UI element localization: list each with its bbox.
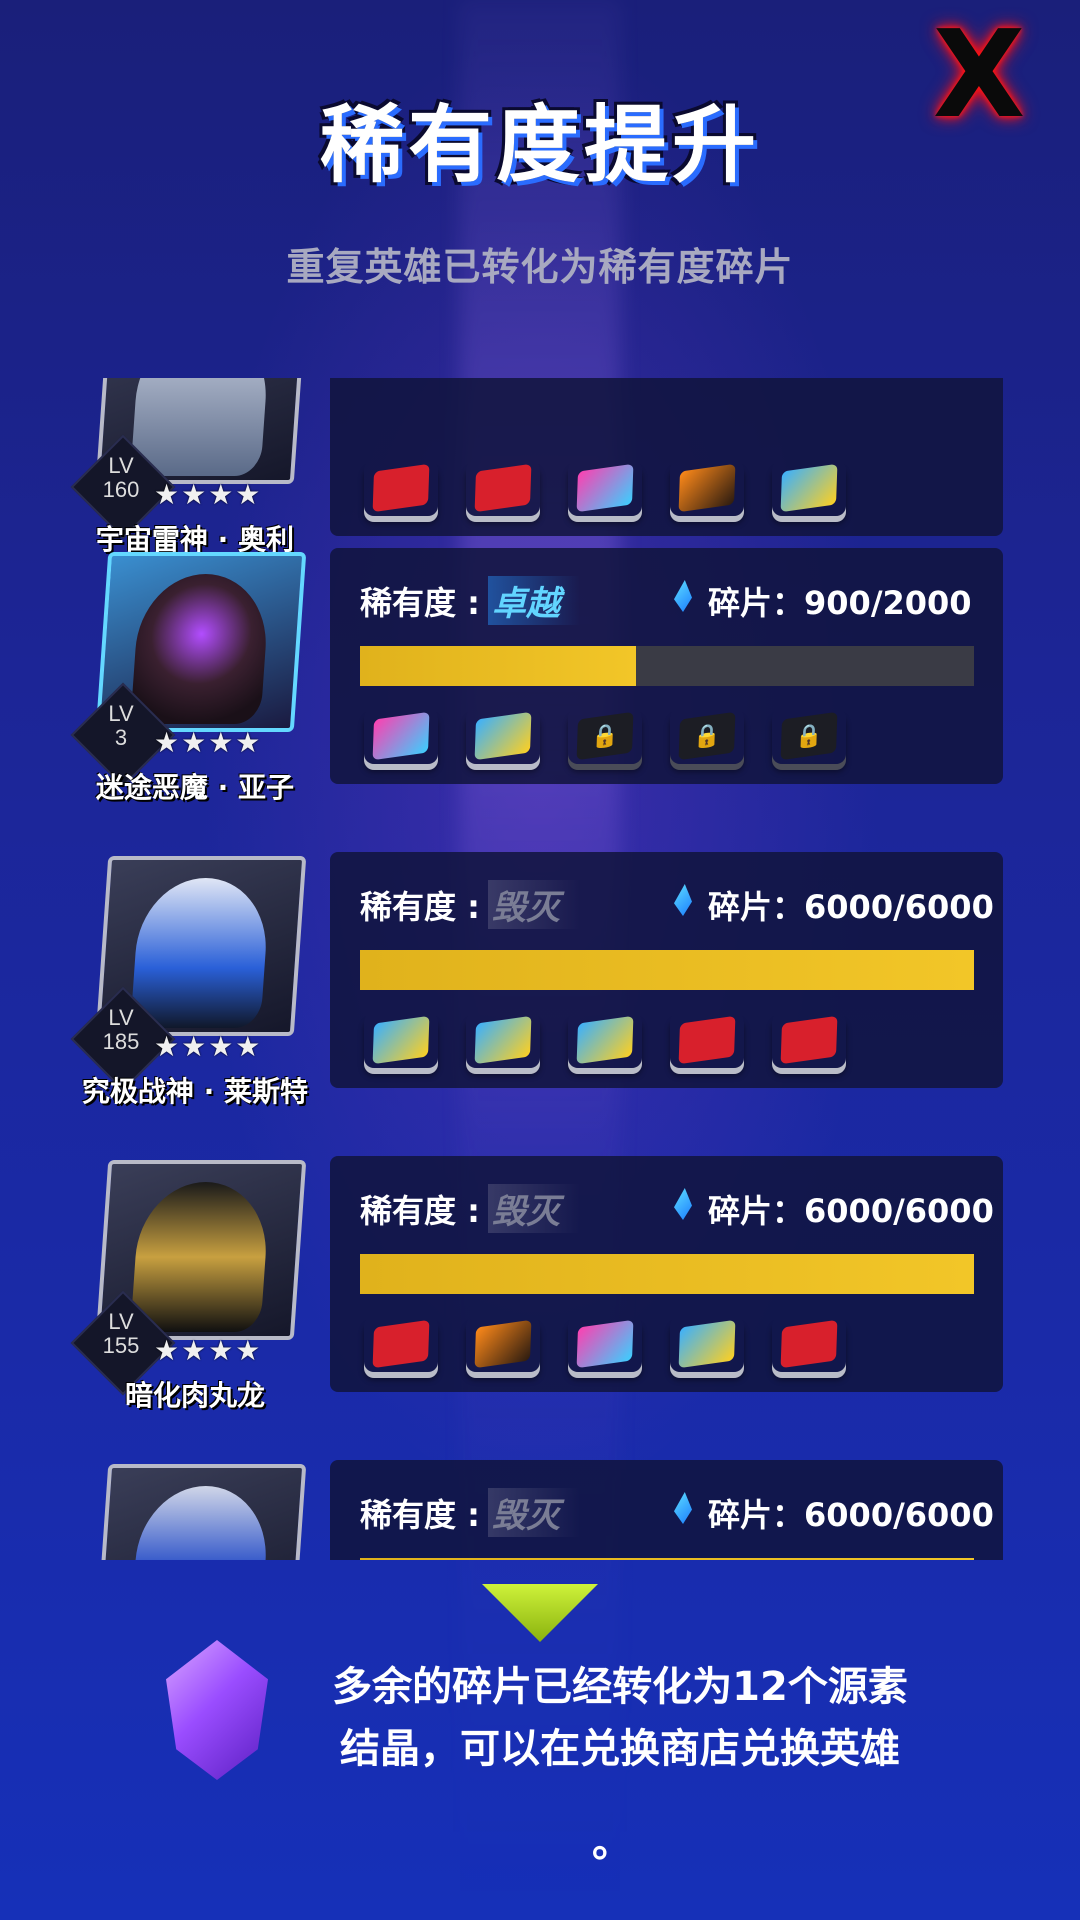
shard-progress-bar: [360, 1558, 974, 1560]
hero-name: 迷途恶魔 · 亚子: [95, 771, 295, 804]
rarity-chip-fin-icon: [772, 460, 846, 516]
rarity-chip-np-icon: [364, 460, 438, 516]
rarity-chip-ry-icon: [466, 1316, 540, 1372]
rarity-label: 稀有度 :: [360, 888, 480, 926]
conversion-message: 多余的碎片已经转化为12个源素 结晶，可以在兑换商店兑换英雄: [332, 1664, 908, 1772]
rarity-label: 稀有度 :: [360, 1496, 480, 1534]
conversion-message-period: 。: [592, 1820, 632, 1866]
subtitle: 重复英雄已转化为稀有度碎片: [286, 245, 794, 289]
level-text: LV 3: [108, 701, 134, 750]
shard-progress-bar: [360, 950, 974, 990]
star-rating: ★★★★: [154, 478, 263, 511]
rarity-chip-ar-icon: [364, 708, 438, 764]
rarity-value: 毁灭: [488, 1488, 580, 1537]
hero-entry: LV 185 ★★★★ 究极战神 · 莱斯特 稀有度 : 毁灭 碎片：6000/6…: [0, 852, 1080, 1108]
rarity-chip-fin-icon: [466, 708, 540, 764]
shard-count: 碎片：6000/6000: [708, 1496, 994, 1534]
rarity-chip-fin-icon: [568, 1012, 642, 1068]
rarity-chip-fin-icon: [670, 1316, 744, 1372]
rarity-value: 毁灭: [488, 880, 580, 929]
hero-portrait: [95, 1464, 307, 1560]
level-text: LV 185: [102, 1005, 140, 1054]
lock-icon: 🔒: [670, 708, 744, 764]
rarity-chip-fin-icon: [466, 1012, 540, 1068]
lock-icon: 🔒: [568, 708, 642, 764]
rarity-chip-ry-icon: [670, 460, 744, 516]
rarity-chip-fin-icon: [364, 1012, 438, 1068]
hero-entry: LV 3 ★★★★ 迷途恶魔 · 亚子 稀有度 : 卓越 碎片：900/2000 …: [0, 548, 1080, 804]
shard-count: 碎片：6000/6000: [708, 888, 994, 926]
lock-icon: 🔒: [772, 708, 846, 764]
rarity-chip-np-icon: [772, 1316, 846, 1372]
star-rating: ★★★★: [154, 1334, 263, 1367]
rarity-label: 稀有度 :: [360, 1192, 480, 1230]
shard-progress-bar: [360, 646, 974, 686]
rarity-chip-np-icon: [772, 1012, 846, 1068]
hero-list[interactable]: LV 160 ★★★★ 宇宙雷神 · 奥利 LV 3 ★★★★ 迷途恶魔 · 亚子 …: [0, 378, 1080, 1560]
shard-progress-bar: [360, 1254, 974, 1294]
star-rating: ★★★★: [154, 726, 263, 759]
rarity-chip-np-icon: [670, 1012, 744, 1068]
shard-count: 碎片：6000/6000: [708, 1192, 994, 1230]
hero-name: 究极战神 · 莱斯特: [81, 1075, 309, 1108]
rarity-chip-ar-icon: [568, 460, 642, 516]
level-text: LV 155: [102, 1309, 140, 1358]
shard-count: 碎片：900/2000: [708, 584, 972, 622]
rarity-chip-np-icon: [364, 1316, 438, 1372]
hero-entry: 稀有度 : 毁灭 碎片：6000/6000: [0, 1460, 1080, 1560]
level-text: LV 160: [102, 453, 140, 502]
rarity-value: 毁灭: [488, 1184, 580, 1233]
rarity-label: 稀有度 :: [360, 584, 480, 622]
hero-entry: LV 160 ★★★★ 宇宙雷神 · 奥利: [0, 378, 1080, 556]
hero-entry: LV 155 ★★★★ 暗化肉丸龙 稀有度 : 毁灭 碎片：6000/6000: [0, 1156, 1080, 1412]
hero-name: 暗化肉丸龙: [124, 1379, 265, 1412]
close-icon[interactable]: X: [924, 16, 1034, 136]
rarity-chip-np-icon: [466, 460, 540, 516]
page-title: 稀有度提升: [319, 96, 760, 194]
crystal-icon: [166, 1640, 268, 1780]
rarity-value: 卓越: [488, 576, 580, 625]
rarity-chip-ar-icon: [568, 1316, 642, 1372]
star-rating: ★★★★: [154, 1030, 263, 1063]
